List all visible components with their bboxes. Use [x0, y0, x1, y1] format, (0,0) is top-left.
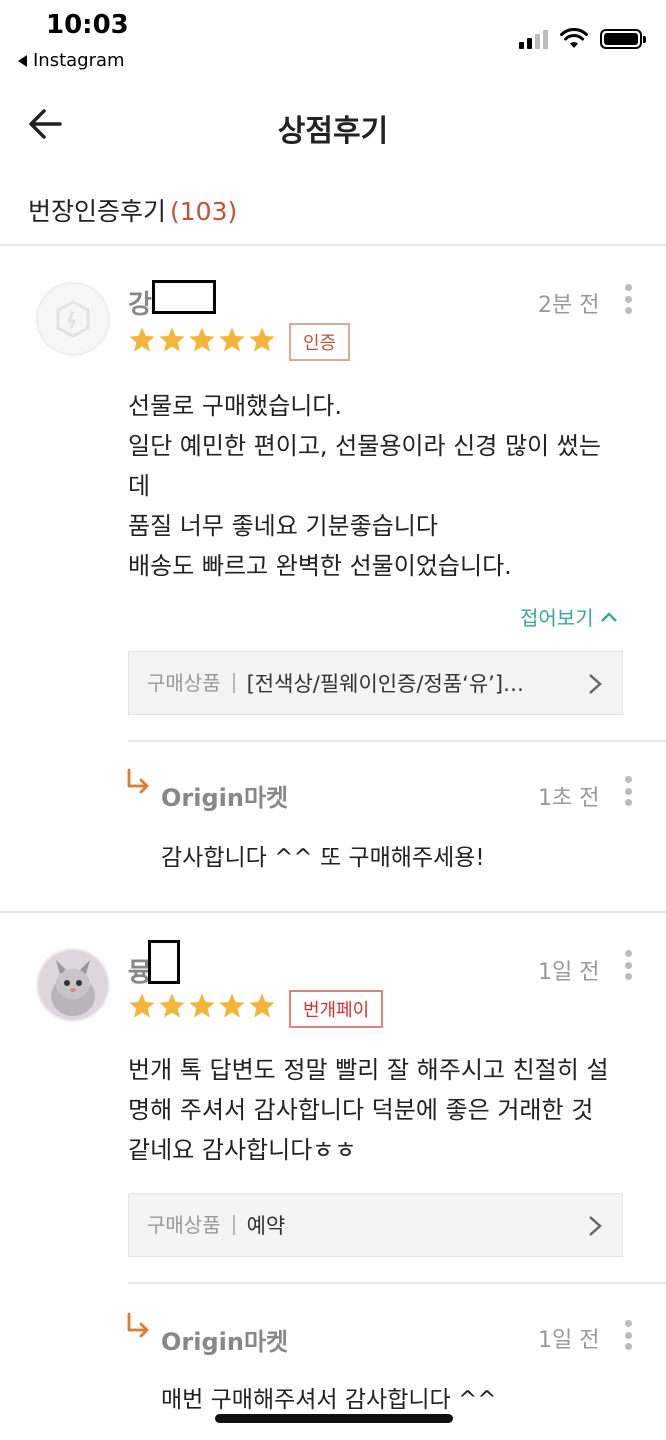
- seller-name[interactable]: Origin마켓: [161, 778, 288, 813]
- back-app-label: Instagram: [33, 50, 125, 71]
- star-rating: [128, 992, 276, 1020]
- verified-review-tab: 번장인증후기 (103): [28, 192, 237, 228]
- review-time: 1일 전: [538, 960, 600, 985]
- star-icon: [249, 327, 275, 352]
- star-icon: [189, 327, 215, 352]
- purchased-product-link[interactable]: 구매상품 예약: [128, 1193, 623, 1257]
- star-icon: [249, 993, 275, 1018]
- divider: [128, 1282, 666, 1284]
- status-bar: 10:03 Instagram: [0, 0, 666, 80]
- default-shop-icon: [56, 300, 90, 338]
- review-line: 선물로 구매했습니다.: [128, 392, 342, 420]
- product-label: 구매상품: [147, 1215, 235, 1235]
- seller-name[interactable]: Origin마켓: [161, 1322, 288, 1357]
- purchased-product-link[interactable]: 구매상품 [전색상/필웨이인증/정품‘유’]…: [128, 651, 623, 715]
- star-icon: [219, 327, 245, 352]
- wifi-icon: [560, 28, 588, 48]
- reviewer-name[interactable]: 강: [128, 284, 152, 321]
- reply-time: 1초 전: [538, 786, 600, 811]
- review-line: 번개 톡 답변도 정말 빨리 잘 해주시고 친절히 설: [128, 1056, 609, 1084]
- star-icon: [129, 327, 155, 352]
- review-line: 같네요 감사합니다ㅎㅎ: [128, 1136, 357, 1164]
- review-line: 명해 주셔서 감사합니다 덕분에 좋은 거래한 것: [128, 1096, 594, 1124]
- battery-icon: [600, 29, 646, 49]
- chevron-right-icon: [589, 1216, 602, 1236]
- cellular-signal-icon: [519, 29, 548, 49]
- back-triangle-icon: [18, 54, 27, 67]
- star-icon: [189, 993, 215, 1018]
- avatar[interactable]: [36, 282, 110, 356]
- divider: [0, 911, 666, 913]
- reply-text: 감사합니다 ^^ 또 구매해주세용!: [161, 845, 485, 871]
- review-body: 번개 톡 답변도 정말 빨리 잘 해주시고 친절히 설 명해 주셔서 감사합니다…: [128, 1050, 609, 1170]
- product-name: 예약: [246, 1214, 286, 1238]
- reply-time: 1일 전: [538, 1328, 600, 1353]
- user-avatar-image: [38, 950, 108, 1020]
- divider: [128, 740, 666, 742]
- bungae-pay-badge: 번개페이: [289, 990, 384, 1028]
- app-header: 상점후기: [0, 88, 666, 158]
- status-icons: [519, 28, 646, 50]
- star-icon: [129, 993, 155, 1018]
- product-label: 구매상품: [147, 673, 235, 693]
- avatar[interactable]: [36, 948, 110, 1022]
- more-options-icon[interactable]: [623, 284, 633, 314]
- tab-label: 번장인증후기: [28, 197, 167, 226]
- collapse-button[interactable]: 접어보기: [520, 602, 618, 631]
- page-title: 상점후기: [277, 114, 389, 149]
- redaction-box: [148, 940, 180, 984]
- chevron-up-icon: [600, 611, 617, 622]
- redaction-box: [152, 280, 216, 314]
- review-line: 일단 예민한 편이고, 선물용이라 신경 많이 썼는: [128, 432, 601, 460]
- divider: [0, 244, 666, 246]
- reply-arrow-icon: [127, 768, 149, 794]
- more-options-icon[interactable]: [623, 776, 633, 806]
- star-icon: [159, 327, 185, 352]
- review-count: (103): [170, 197, 238, 226]
- review-time: 2분 전: [538, 293, 600, 318]
- home-indicator: [215, 1414, 453, 1423]
- review-line: 배송도 빠르고 완벽한 선물이었습니다.: [128, 552, 512, 580]
- star-icon: [219, 993, 245, 1018]
- reply-text: 매번 구매해주셔서 감사합니다 ^^: [161, 1387, 497, 1413]
- verified-badge: 인증: [289, 323, 351, 361]
- more-options-icon[interactable]: [623, 950, 633, 980]
- back-to-app-link[interactable]: Instagram: [18, 50, 125, 71]
- collapse-label: 접어보기: [520, 606, 594, 630]
- reply-arrow-icon: [127, 1312, 149, 1338]
- more-options-icon[interactable]: [623, 1320, 633, 1350]
- review-line: 품질 너무 좋네요 기분좋습니다: [128, 512, 438, 540]
- product-name: [전색상/필웨이인증/정품‘유’]…: [246, 672, 525, 696]
- star-icon: [159, 993, 185, 1018]
- star-rating: [128, 326, 276, 354]
- status-time: 10:03: [46, 10, 129, 40]
- review-body: 선물로 구매했습니다. 일단 예민한 편이고, 선물용이라 신경 많이 썼는 데…: [128, 386, 601, 586]
- chevron-right-icon: [589, 674, 602, 694]
- review-line: 데: [128, 472, 151, 500]
